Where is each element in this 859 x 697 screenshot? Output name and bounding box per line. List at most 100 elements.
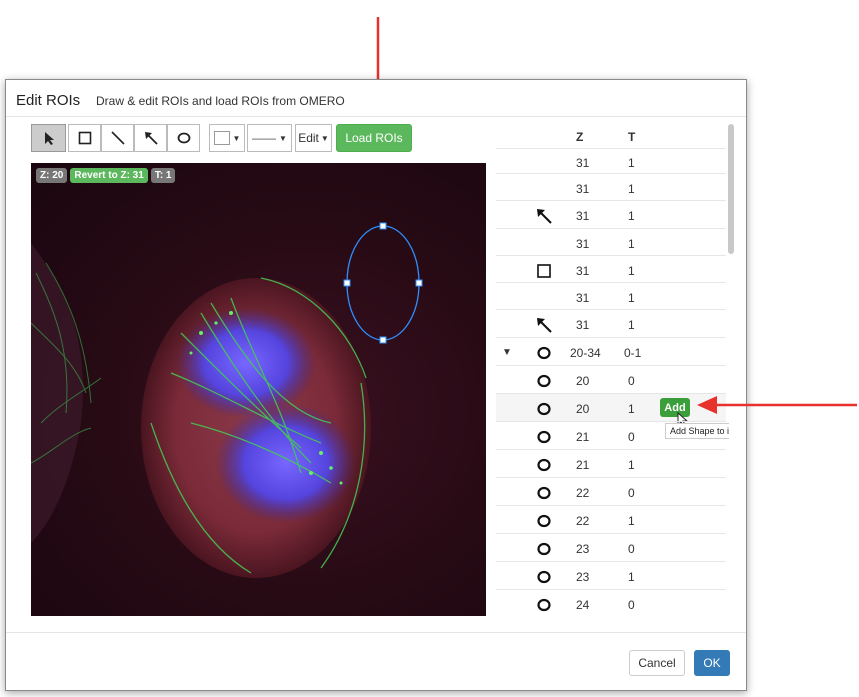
edit-dropdown[interactable]: Edit ▼: [295, 124, 332, 152]
rectangle-icon: [537, 264, 551, 278]
table-row[interactable]: 22 0: [496, 477, 726, 505]
line-tool-icon: [110, 131, 125, 145]
viewer-badges: Z: 20 Revert to Z: 31 T: 1: [36, 168, 176, 183]
rectangle-tool-button[interactable]: [68, 124, 101, 152]
table-row[interactable]: 22 1: [496, 505, 726, 533]
z-cell: 31: [576, 318, 590, 332]
arrow-icon: [537, 209, 552, 224]
ellipse-icon: [537, 514, 551, 528]
header-divider: [6, 116, 746, 117]
t-cell: 1: [628, 458, 635, 472]
z-cell: 22: [576, 514, 590, 528]
table-row[interactable]: 31 1: [496, 309, 726, 337]
z-cell: 20-34: [570, 346, 601, 360]
ellipse-tool-icon: [177, 132, 190, 144]
table-row[interactable]: 21 1: [496, 449, 726, 477]
z-cell: 20: [576, 402, 590, 416]
image-viewer[interactable]: Z: 20 Revert to Z: 31 T: 1: [31, 163, 486, 616]
t-cell: 0: [628, 374, 635, 388]
arrow-tool-button[interactable]: [134, 124, 167, 152]
t-cell: 1: [628, 264, 635, 278]
ellipse-icon: [537, 486, 551, 500]
z-cell: 23: [576, 570, 590, 584]
edit-rois-dialog: Edit ROIs Draw & edit ROIs and load ROIs…: [5, 79, 747, 691]
color-swatch: [213, 131, 230, 145]
table-row[interactable]: 31 1: [496, 282, 726, 309]
t-cell: 1: [628, 402, 635, 416]
t-cell: 1: [628, 318, 635, 332]
ellipse-icon: [537, 542, 551, 556]
table-row[interactable]: 24 0: [496, 589, 726, 617]
table-row[interactable]: 31 1: [496, 228, 726, 255]
z-cell: 20: [576, 374, 590, 388]
z-cell: 23: [576, 542, 590, 556]
selected-ellipse-roi[interactable]: [346, 225, 420, 341]
table-row[interactable]: ▼ 20-34 0-1: [496, 337, 726, 365]
arrow-icon: [537, 318, 552, 333]
z-cell: 31: [576, 182, 590, 196]
line-style-dropdown[interactable]: —— ▼: [247, 124, 292, 152]
t-cell: 1: [628, 209, 635, 223]
caret-down-icon: ▼: [279, 133, 287, 143]
select-tool-button[interactable]: [31, 124, 66, 152]
add-shape-tooltip: Add Shape to image: [665, 423, 729, 439]
t-badge: T: 1: [150, 168, 176, 183]
t-cell: 1: [628, 182, 635, 196]
table-scrollbar[interactable]: [728, 124, 734, 254]
z-cell: 21: [576, 430, 590, 444]
z-cell: 24: [576, 598, 590, 612]
cancel-button[interactable]: Cancel: [629, 650, 685, 676]
arrow-tool-icon: [144, 132, 158, 145]
z-cell: 31: [576, 237, 590, 251]
microscopy-image: [31, 222, 423, 578]
z-cell: 31: [576, 209, 590, 223]
table-row[interactable]: 23 1: [496, 561, 726, 589]
column-z-header: Z: [576, 130, 584, 144]
caret-down-icon: ▼: [320, 133, 329, 143]
roi-table: Z T 31 1 31 1 31 1 31 1 31 1 31 1 31 1 ▼ 20-34 0-1 20 0 20 1…: [496, 124, 729, 622]
table-row[interactable]: 31 1: [496, 200, 726, 228]
table-row[interactable]: 20 1 Add: [496, 393, 726, 428]
line-style-value: ——: [252, 131, 277, 145]
table-row[interactable]: 31 1: [496, 173, 726, 200]
edit-label: Edit: [298, 131, 319, 145]
color-picker-button[interactable]: ▼: [209, 124, 245, 152]
table-row[interactable]: 20 0: [496, 365, 726, 393]
footer-divider: [6, 632, 746, 633]
ellipse-icon: [537, 402, 551, 416]
ok-button[interactable]: OK: [694, 650, 730, 676]
line-tool-button[interactable]: [101, 124, 134, 152]
t-cell: 1: [628, 291, 635, 305]
t-cell: 1: [628, 570, 635, 584]
column-t-header: T: [628, 130, 636, 144]
z-cell: 31: [576, 264, 590, 278]
rectangle-tool-icon: [78, 131, 91, 145]
dialog-title: Edit ROIs: [16, 92, 81, 109]
z-cell: 31: [576, 156, 590, 170]
revert-z-button[interactable]: Revert to Z: 31: [70, 168, 148, 183]
t-cell: 0: [628, 486, 635, 500]
t-cell: 0: [628, 598, 635, 612]
ellipse-icon: [537, 346, 551, 360]
caret-down-icon: ▼: [232, 133, 241, 143]
t-cell: 0-1: [624, 346, 642, 360]
z-cell: 22: [576, 486, 590, 500]
t-cell: 0: [628, 430, 635, 444]
t-cell: 1: [628, 514, 635, 528]
table-row[interactable]: 31 1: [496, 255, 726, 282]
load-rois-button[interactable]: Load ROIs: [336, 124, 412, 152]
ellipse-icon: [537, 374, 551, 388]
z-cell: 31: [576, 291, 590, 305]
table-row[interactable]: 23 0: [496, 533, 726, 561]
ellipse-icon: [537, 598, 551, 612]
table-row[interactable]: 31 1: [496, 148, 726, 173]
ellipse-icon: [537, 430, 551, 444]
ellipse-icon: [537, 570, 551, 584]
dialog-subtitle: Draw & edit ROIs and load ROIs from OMER…: [96, 94, 345, 108]
z-badge: Z: 20: [36, 168, 68, 183]
ellipse-tool-button[interactable]: [167, 124, 200, 152]
t-cell: 1: [628, 237, 635, 251]
expand-triangle-icon[interactable]: ▼: [502, 347, 512, 358]
table-header: Z T: [496, 124, 726, 149]
t-cell: 1: [628, 156, 635, 170]
